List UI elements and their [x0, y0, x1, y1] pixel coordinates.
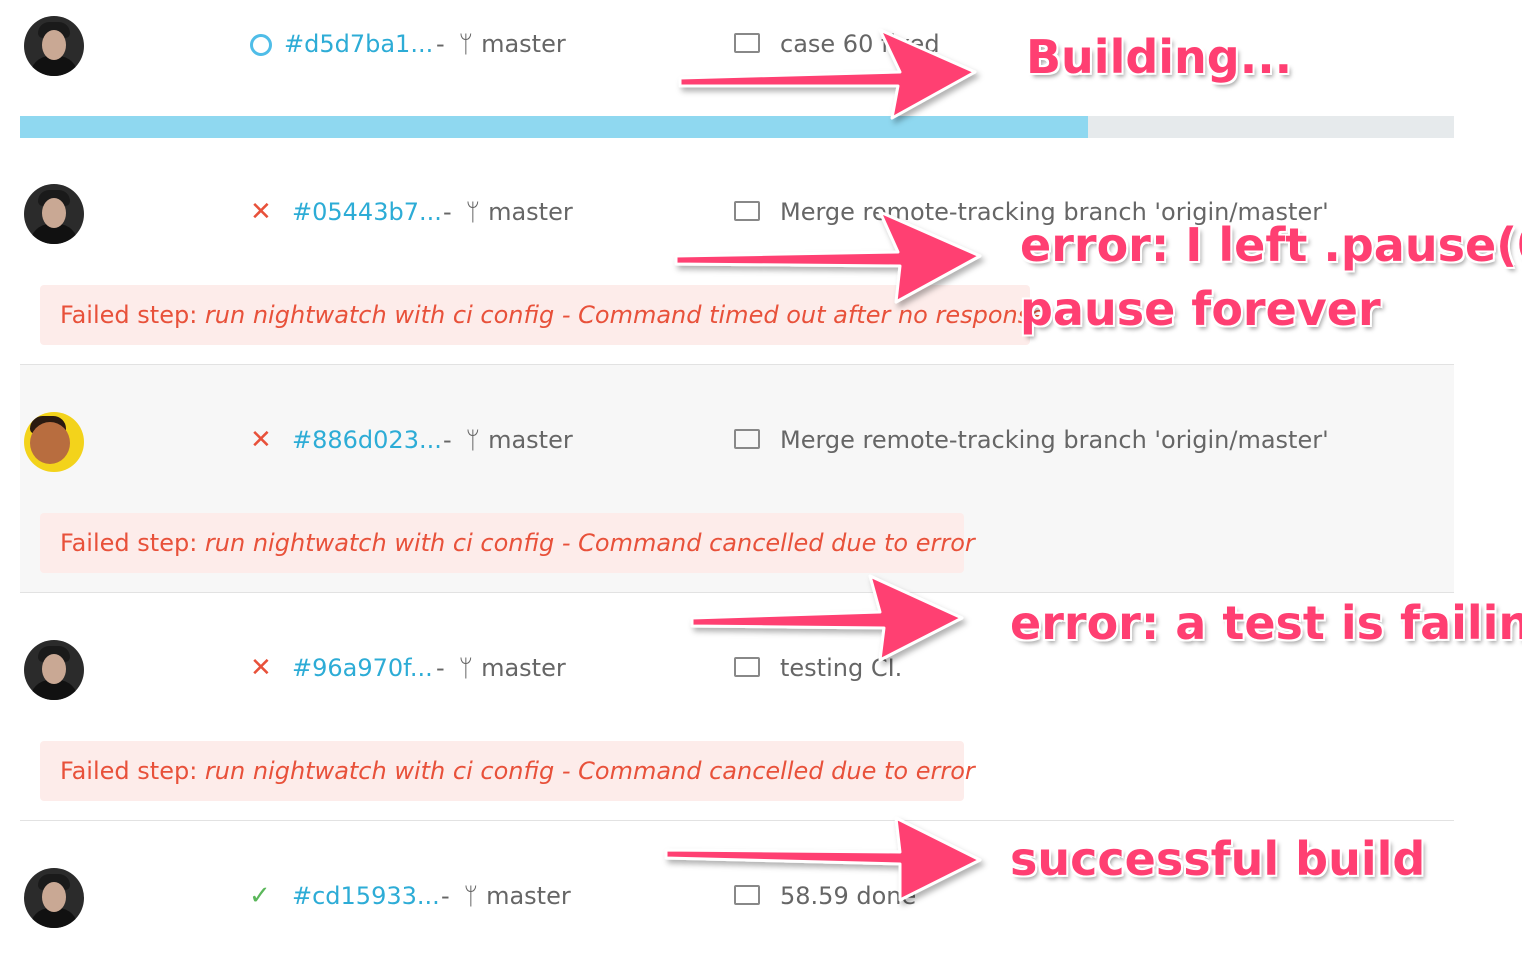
annotation-test-failing: error: a test is failing.	[1010, 596, 1522, 650]
annotation-arrows	[664, 28, 982, 902]
annotation-pause-line1: error: I left .pause(0)	[1020, 218, 1522, 272]
arrow-pause	[674, 210, 982, 304]
annotation-building: Building...	[1026, 30, 1293, 84]
annotation-success: successful build	[1010, 832, 1426, 886]
arrow-success	[664, 816, 982, 902]
arrow-test	[690, 574, 964, 662]
arrow-building	[678, 28, 977, 120]
annotation-pause-line2: pause forever	[1020, 282, 1381, 336]
